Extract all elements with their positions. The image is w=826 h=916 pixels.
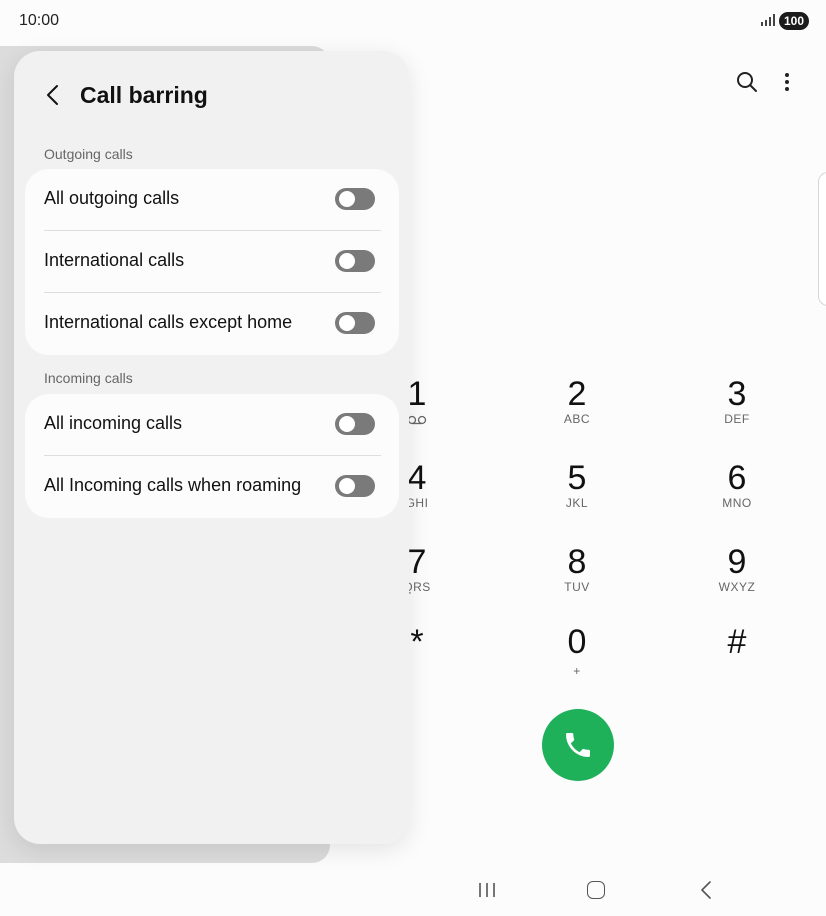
dial-key-letters: + xyxy=(573,664,581,678)
home-icon[interactable] xyxy=(587,881,605,899)
toggle-switch[interactable] xyxy=(335,188,375,210)
setting-label: All Incoming calls when roaming xyxy=(44,475,302,495)
dial-key-hash[interactable]: # xyxy=(677,624,797,694)
toggle-knob xyxy=(339,416,355,432)
setting-row-incoming-roaming[interactable]: All Incoming calls when roaming xyxy=(25,456,399,518)
toggle-switch[interactable] xyxy=(335,250,375,272)
page-title: Call barring xyxy=(80,82,208,108)
dial-key-letters: MNO xyxy=(722,496,752,510)
call-barring-panel: Call barring Outgoing calls All outgoing… xyxy=(14,51,409,844)
dial-key-digit: 5 xyxy=(567,459,587,497)
outgoing-calls-card: All outgoing calls International calls I… xyxy=(25,169,399,355)
phone-icon xyxy=(566,733,590,757)
dial-key-0[interactable]: 0 + xyxy=(517,624,637,694)
setting-label: All incoming calls xyxy=(44,413,183,433)
section-label-incoming: Incoming calls xyxy=(44,370,133,386)
toggle-switch[interactable] xyxy=(335,413,375,435)
call-button[interactable] xyxy=(542,709,614,781)
setting-label: International calls except home xyxy=(44,312,293,332)
dial-key-digit: 2 xyxy=(567,375,587,413)
recent-apps-icon[interactable] xyxy=(476,881,498,899)
dial-key-6[interactable]: 6 MNO xyxy=(677,460,797,530)
dial-key-digit: 0 xyxy=(567,623,587,661)
toggle-knob xyxy=(339,253,355,269)
dial-key-8[interactable]: 8 TUV xyxy=(517,544,637,614)
toggle-knob xyxy=(339,478,355,494)
dial-key-letters: TUV xyxy=(564,580,590,594)
section-label-outgoing: Outgoing calls xyxy=(44,146,133,162)
dial-key-letters: ABC xyxy=(563,412,591,426)
navigation-bar xyxy=(0,862,826,916)
toggle-switch[interactable] xyxy=(335,475,375,497)
dial-key-3[interactable]: 3 DEF xyxy=(677,376,797,446)
more-options-icon[interactable] xyxy=(775,70,799,94)
setting-label: All outgoing calls xyxy=(44,188,180,208)
setting-row-all-outgoing[interactable]: All outgoing calls xyxy=(25,169,399,231)
voicemail-icon xyxy=(407,415,427,425)
setting-row-international[interactable]: International calls xyxy=(25,231,399,293)
incoming-calls-card: All incoming calls All Incoming calls wh… xyxy=(25,394,399,518)
dial-key-9[interactable]: 9 WXYZ xyxy=(677,544,797,614)
search-icon[interactable] xyxy=(735,70,759,94)
dial-key-letters: WXYZ xyxy=(718,580,756,594)
setting-label: International calls xyxy=(44,250,185,270)
toggle-knob xyxy=(339,315,355,331)
back-nav-icon[interactable] xyxy=(696,879,716,901)
dial-key-letters: JKL xyxy=(565,496,589,510)
dial-key-5[interactable]: 5 JKL xyxy=(517,460,637,530)
toggle-knob xyxy=(339,191,355,207)
dial-key-digit: 9 xyxy=(727,543,747,581)
dial-key-digit: 8 xyxy=(567,543,587,581)
edge-panel-handle[interactable] xyxy=(818,172,826,306)
setting-row-all-incoming[interactable]: All incoming calls xyxy=(25,394,399,456)
back-arrow-icon[interactable] xyxy=(42,81,66,109)
setting-row-international-except-home[interactable]: International calls except home xyxy=(25,293,399,355)
dial-key-digit: 3 xyxy=(727,375,747,413)
dial-key-letters: DEF xyxy=(724,412,750,426)
dial-key-digit: 6 xyxy=(727,459,747,497)
dial-key-digit: # xyxy=(727,623,747,661)
dial-key-2[interactable]: 2 ABC xyxy=(517,376,637,446)
toggle-switch[interactable] xyxy=(335,312,375,334)
